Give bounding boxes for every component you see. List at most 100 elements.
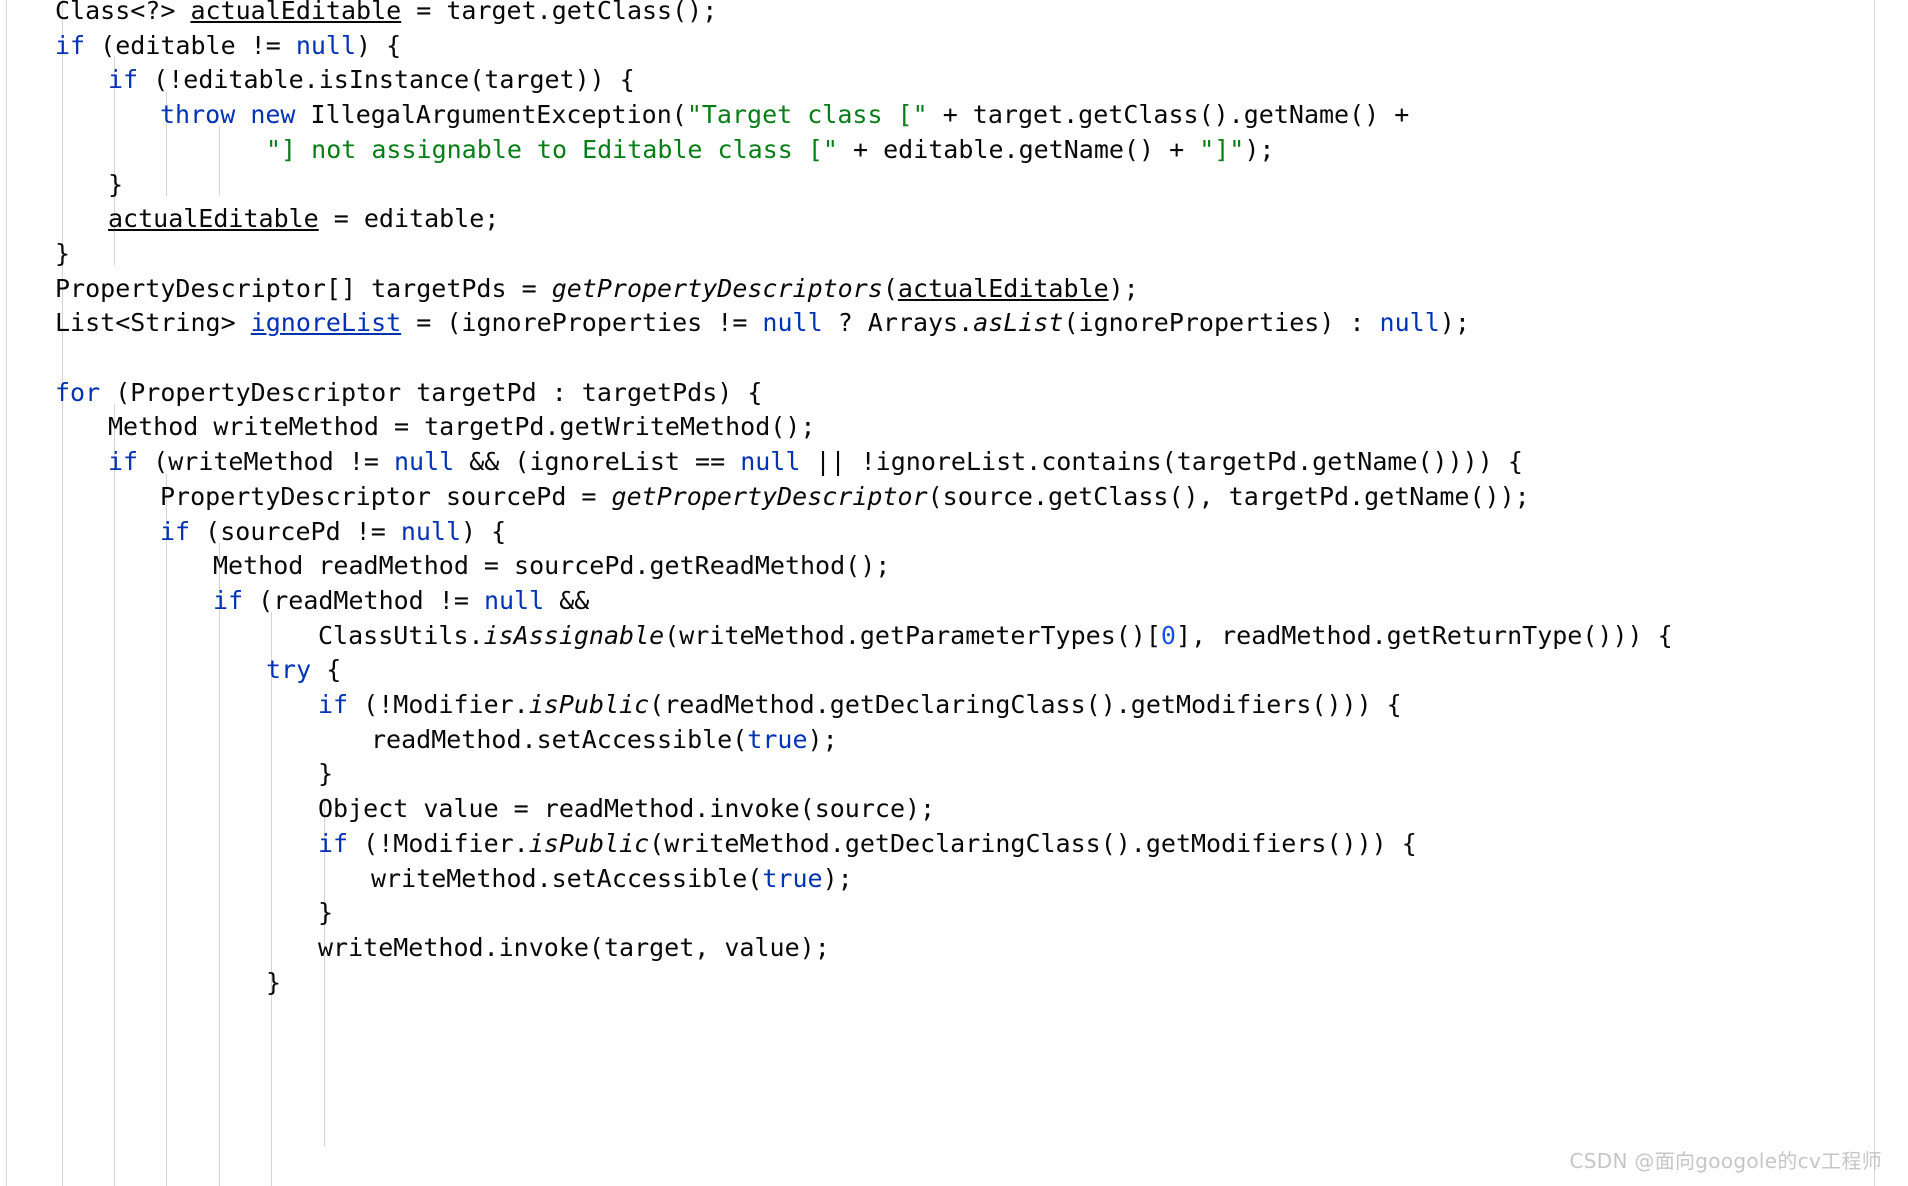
code-token-plain: ); <box>822 863 853 893</box>
code-token-plain: ? Arrays. <box>822 308 974 338</box>
code-token-plain: PropertyDescriptor[] targetPds = <box>55 273 552 303</box>
code-line[interactable]: } <box>318 896 333 931</box>
code-line[interactable]: actualEditable = editable; <box>108 202 499 237</box>
code-token-plain: ], readMethod.getReturnType())) { <box>1175 620 1673 650</box>
code-line[interactable]: PropertyDescriptor sourcePd = getPropert… <box>160 480 1530 515</box>
code-token-plain: (writeMethod.getParameterTypes()[ <box>664 620 1161 650</box>
code-line[interactable]: Object value = readMethod.invoke(source)… <box>318 792 935 827</box>
code-token-plain: writeMethod.setAccessible( <box>371 863 763 893</box>
code-token-plain: (!Modifier. <box>348 690 529 719</box>
code-line[interactable]: if (sourcePd != null) { <box>160 515 506 550</box>
code-token-localu: ignoreList <box>250 308 402 338</box>
code-token-plain: (writeMethod != <box>138 447 394 477</box>
code-editor[interactable]: Class<?> actualEditable = target.getClas… <box>0 0 1908 1186</box>
code-token-ital: isPublic <box>528 690 650 719</box>
code-token-kw: throw <box>160 100 236 130</box>
code-line[interactable]: if (!Modifier.isPublic(readMethod.getDec… <box>318 688 1402 723</box>
code-token-kw: if <box>318 828 349 858</box>
code-token-fieldu: actualEditable <box>108 204 319 234</box>
code-token-kw: null <box>400 516 462 546</box>
code-token-plain: (readMethod != <box>243 585 484 615</box>
code-token-plain: ) { <box>461 516 507 546</box>
code-line[interactable]: List<String> ignoreList = (ignorePropert… <box>55 306 1470 341</box>
code-token-plain: && (ignoreList == <box>454 447 741 477</box>
code-line[interactable]: Method writeMethod = targetPd.getWriteMe… <box>108 410 815 445</box>
code-token-plain: (writeMethod.getDeclaringClass().getModi… <box>649 828 1417 858</box>
code-line[interactable]: throw new IllegalArgumentException("Targ… <box>160 98 1409 133</box>
code-token-str: "]" <box>1199 134 1245 164</box>
code-token-plain: } <box>266 967 282 997</box>
code-token-kw: true <box>762 863 823 893</box>
code-token-plain: ); <box>1108 273 1139 303</box>
code-token-plain: (editable != <box>85 30 296 60</box>
code-line[interactable]: } <box>318 757 333 792</box>
code-token-ital: isPublic <box>528 828 650 858</box>
code-line[interactable]: if (editable != null) { <box>55 29 401 64</box>
code-line[interactable]: ClassUtils.isAssignable(writeMethod.getP… <box>318 619 1673 654</box>
code-token-plain: ClassUtils. <box>318 620 484 650</box>
code-token-plain: (source.getClass(), targetPd.getName()); <box>927 481 1530 511</box>
code-token-kw: if <box>108 447 139 477</box>
code-token-plain: ( <box>882 273 898 303</box>
code-line[interactable]: } <box>266 966 281 1001</box>
code-token-kw: if <box>318 690 349 719</box>
code-token-plain: Method writeMethod = targetPd.getWriteMe… <box>108 412 816 442</box>
code-token-plain: } <box>318 898 334 928</box>
code-line[interactable]: if (readMethod != null && <box>213 584 589 619</box>
code-token-kw: new <box>250 100 296 130</box>
code-token-kw: if <box>160 516 191 546</box>
indent-guide-6 <box>219 543 220 1186</box>
code-token-plain: = target.getClass(); <box>401 0 718 25</box>
code-line[interactable]: if (!editable.isInstance(target)) { <box>108 63 635 98</box>
code-token-plain: Method readMethod = sourcePd.getReadMeth… <box>213 551 891 581</box>
code-line[interactable]: writeMethod.invoke(target, value); <box>318 931 830 966</box>
code-token-plain: Class<?> <box>55 0 191 25</box>
code-token-kw: null <box>740 447 801 477</box>
code-token-kw: null <box>393 447 455 477</box>
code-line[interactable]: for (PropertyDescriptor targetPd : targe… <box>55 376 762 411</box>
code-token-plain: + target.getClass().getName() + <box>927 100 1410 130</box>
code-token-plain: (!editable.isInstance(target)) { <box>138 65 635 95</box>
code-line[interactable]: PropertyDescriptor[] targetPds = getProp… <box>55 272 1139 307</box>
code-token-fieldu: actualEditable <box>190 0 402 25</box>
code-line[interactable]: Class<?> actualEditable = target.getClas… <box>55 0 717 29</box>
code-token-str: "Target class [" <box>686 100 928 130</box>
indent-guide-7 <box>271 612 272 1186</box>
right-scrollbar-track[interactable] <box>1874 0 1875 1186</box>
code-line[interactable]: writeMethod.setAccessible(true); <box>371 862 853 897</box>
code-token-kw: if <box>108 65 139 95</box>
code-token-plain: ); <box>1439 308 1470 338</box>
indent-guide-3 <box>219 126 220 196</box>
code-token-kw: try <box>266 655 312 685</box>
indent-guide-5 <box>166 474 167 1186</box>
code-line[interactable]: readMethod.setAccessible(true); <box>371 723 838 758</box>
code-token-kw: for <box>55 377 101 407</box>
code-token-plain: IllegalArgumentException( <box>295 100 687 130</box>
code-line[interactable]: if (writeMethod != null && (ignoreList =… <box>108 445 1523 480</box>
code-token-kw: null <box>483 585 545 615</box>
code-token-plain: { <box>311 655 342 685</box>
code-token-plain: } <box>318 759 334 789</box>
code-token-plain: = editable; <box>318 204 500 234</box>
code-token-kw: true <box>747 724 808 754</box>
code-token-plain: PropertyDescriptor sourcePd = <box>160 481 612 511</box>
code-line[interactable]: if (!Modifier.isPublic(writeMethod.getDe… <box>318 827 1417 862</box>
code-line[interactable]: } <box>55 237 70 272</box>
code-token-plain: && <box>544 585 590 615</box>
code-line[interactable]: "] not assignable to Editable class [" +… <box>266 133 1274 168</box>
code-token-plain: (ignoreProperties) : <box>1063 308 1380 338</box>
indent-guide-4 <box>114 404 115 1186</box>
code-line[interactable]: } <box>108 168 123 203</box>
watermark-text: CSDN @面向googole的cv工程师 <box>1569 1149 1882 1173</box>
indent-guide-0 <box>62 0 63 1186</box>
code-token-plain: (readMethod.getDeclaringClass().getModif… <box>649 690 1402 719</box>
code-token-kw: null <box>1379 308 1440 338</box>
code-token-plain: ) { <box>356 30 402 60</box>
code-line[interactable]: Method readMethod = sourcePd.getReadMeth… <box>213 549 890 584</box>
code-token-plain: + editable.getName() + <box>837 134 1200 164</box>
code-token-ital: asList <box>973 308 1064 338</box>
code-token-kw: null <box>295 30 357 60</box>
code-line[interactable]: try { <box>266 653 341 688</box>
code-token-plain: (sourcePd != <box>190 516 401 546</box>
